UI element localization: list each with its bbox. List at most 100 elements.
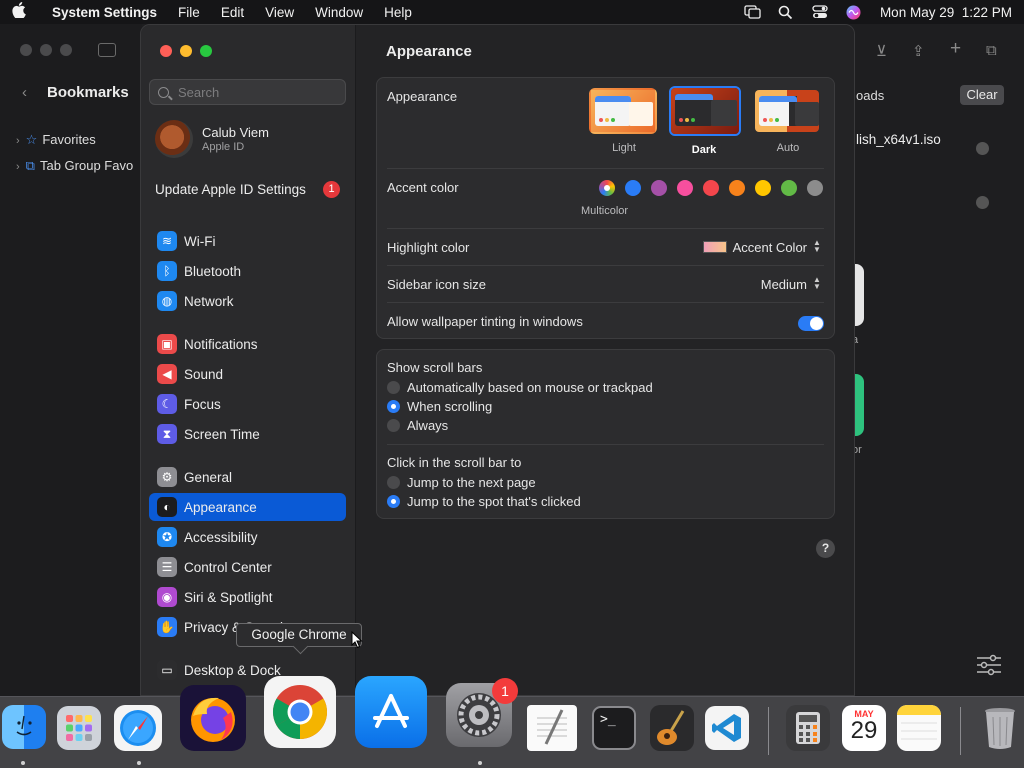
screen-mirroring-icon[interactable] (744, 5, 761, 19)
disclosure-chevron-icon[interactable]: › (16, 135, 20, 147)
minimize-window-button[interactable] (180, 45, 192, 57)
accent-multicolor-swatch[interactable] (599, 180, 615, 196)
search-field[interactable]: Search (149, 79, 346, 105)
divider (387, 168, 824, 169)
spotlight-icon[interactable] (778, 5, 794, 20)
theme-auto-option[interactable]: Auto (753, 88, 823, 154)
notifications-icon: ▣ (157, 334, 177, 354)
sidebar-item-general[interactable]: ⚙ General (149, 463, 346, 491)
accent-color-swatch[interactable] (807, 180, 823, 196)
accent-color-swatch[interactable] (781, 180, 797, 196)
scroll-option-always[interactable]: Always (387, 418, 448, 433)
dock-google-chrome[interactable] (264, 676, 336, 748)
bookmark-folder-tab-group[interactable]: › ⧉ Tab Group Favo (16, 158, 133, 174)
click-option-spot-clicked[interactable]: Jump to the spot that's clicked (387, 494, 581, 509)
sidebar-item-focus[interactable]: ☾ Focus (149, 390, 346, 418)
calculator-icon (796, 712, 820, 744)
menu-view[interactable]: View (265, 5, 294, 20)
dock-vscode[interactable] (705, 706, 749, 750)
sidebar-item-control-center[interactable]: ☰ Control Center (149, 553, 346, 581)
dock-terminal[interactable]: >_ (592, 706, 636, 750)
accent-color-swatch[interactable] (677, 180, 693, 196)
clear-downloads-button[interactable]: Clear (960, 85, 1004, 105)
reveal-in-finder-icon[interactable] (976, 142, 989, 155)
disclosure-chevron-icon[interactable]: › (16, 161, 20, 173)
sidebar-icon-size-value: Medium (760, 276, 807, 292)
download-icon[interactable]: ⊻ (876, 42, 887, 60)
menu-window[interactable]: Window (315, 5, 363, 20)
app-menu[interactable]: System Settings (52, 5, 157, 20)
bookmark-folder-favorites[interactable]: › ☆ Favorites (16, 132, 96, 148)
apple-menu-icon[interactable] (12, 2, 34, 22)
highlight-color-popup[interactable]: Accent Color ▲ ▼ (702, 239, 822, 255)
sidebar-item-screen-time[interactable]: ⧗ Screen Time (149, 420, 346, 448)
radio-button-selected[interactable] (387, 495, 400, 508)
update-apple-id-row[interactable]: Update Apple ID Settings 1 (155, 181, 340, 198)
menu-edit[interactable]: Edit (221, 5, 244, 20)
sidebar-item-accessibility[interactable]: ✪ Accessibility (149, 523, 346, 551)
divider (387, 265, 824, 266)
sidebar-item-appearance[interactable]: ◐ Appearance (149, 493, 346, 521)
sidebar-toggle-icon[interactable] (98, 43, 116, 57)
firefox-icon (191, 697, 235, 742)
focus-icon: ☾ (157, 394, 177, 414)
accent-color-swatch[interactable] (755, 180, 771, 196)
accent-color-swatch[interactable] (703, 180, 719, 196)
customize-sliders-icon[interactable] (976, 654, 1002, 679)
wallpaper-tinting-toggle[interactable] (798, 316, 824, 331)
scroll-option-when-scrolling[interactable]: When scrolling (387, 399, 492, 414)
help-button[interactable]: ? (816, 539, 835, 558)
terminal-prompt-icon: >_ (600, 712, 616, 727)
sidebar-item-siri-spotlight[interactable]: ◉ Siri & Spotlight (149, 583, 346, 611)
siri-icon[interactable] (846, 5, 862, 20)
settings-sidebar: Search Calub Viem Apple ID Update Apple … (141, 25, 356, 695)
dock-finder[interactable] (2, 705, 46, 749)
radio-button[interactable] (387, 381, 400, 394)
theme-light-option[interactable]: Light (589, 88, 659, 154)
menu-help[interactable]: Help (384, 5, 412, 20)
click-option-next-page[interactable]: Jump to the next page (387, 475, 536, 490)
close-window-button[interactable] (160, 45, 172, 57)
clock[interactable]: Mon May 29 1:22 PM (880, 5, 1012, 20)
accent-color-swatch[interactable] (729, 180, 745, 196)
tab-overview-icon[interactable]: ⧉ (986, 42, 997, 59)
tab-group-icon: ⧉ (25, 158, 35, 173)
accent-color-swatch[interactable] (625, 180, 641, 196)
dock-trash[interactable] (980, 704, 1020, 752)
radio-button[interactable] (387, 476, 400, 489)
sidebar-item-notifications[interactable]: ▣ Notifications (149, 330, 346, 358)
partial-app-icon (854, 264, 864, 326)
dock-textedit[interactable] (527, 705, 577, 751)
apple-id-row[interactable]: Calub Viem Apple ID (155, 120, 269, 158)
dock-safari[interactable] (114, 705, 162, 751)
sidebar-item-bluetooth[interactable]: ᛒ Bluetooth (149, 257, 346, 285)
dock-notes[interactable] (897, 705, 941, 751)
dock-garageband[interactable] (650, 705, 694, 751)
dock-calendar[interactable]: MAY 29 (842, 705, 886, 751)
vscode-icon (712, 714, 741, 742)
menu-bar: System Settings File Edit View Window He… (0, 0, 1024, 24)
control-center-icon[interactable] (812, 5, 828, 19)
radio-button-selected[interactable] (387, 400, 400, 413)
sidebar-item-sound[interactable]: ◀ Sound (149, 360, 346, 388)
sidebar-item-network[interactable]: ◍ Network (149, 287, 346, 315)
accent-color-swatch[interactable] (651, 180, 667, 196)
radio-button[interactable] (387, 419, 400, 432)
sidebar-item-wi-fi[interactable]: ≋ Wi-Fi (149, 227, 346, 255)
dock-app-store[interactable] (355, 676, 427, 748)
menu-file[interactable]: File (178, 5, 200, 20)
scroll-option-automatic[interactable]: Automatically based on mouse or trackpad (387, 380, 653, 395)
new-tab-icon[interactable]: + (950, 38, 961, 60)
sidebar-icon-size-popup[interactable]: Medium ▲ ▼ (761, 276, 822, 292)
zoom-window-button[interactable] (200, 45, 212, 57)
window-controls-inactive[interactable] (20, 44, 72, 56)
system-settings-window: Search Calub Viem Apple ID Update Apple … (140, 24, 855, 696)
reveal-in-finder-icon[interactable] (976, 196, 989, 209)
dock-launchpad[interactable] (57, 706, 101, 750)
highlight-color-label: Highlight color (387, 240, 470, 255)
back-chevron-icon[interactable]: ‹ (22, 84, 27, 101)
dock-calculator[interactable] (786, 705, 830, 751)
theme-dark-option[interactable]: Dark (669, 86, 741, 156)
dock-firefox[interactable] (180, 685, 246, 751)
share-icon[interactable]: ⇪ (912, 42, 925, 60)
